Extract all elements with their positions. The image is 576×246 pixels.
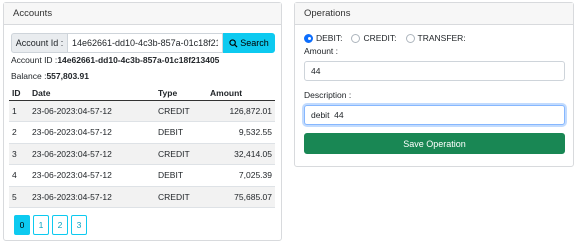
cell-id: 5 xyxy=(9,186,29,208)
operations-card-title: Operations xyxy=(295,3,573,25)
cell-amount: 32,414.05 xyxy=(207,143,275,165)
cell-id: 3 xyxy=(9,143,29,165)
radio-debit[interactable] xyxy=(304,33,313,43)
accounts-card-title: Accounts xyxy=(4,3,281,25)
radio-transfer[interactable] xyxy=(405,33,415,43)
operation-type-group: DEBIT: CREDIT: TRANSFER: xyxy=(304,33,472,43)
save-operation-button[interactable]: Save Operation xyxy=(304,133,565,154)
page-button-2[interactable]: 2 xyxy=(52,215,68,235)
account-id-line: Account ID :14e62661-dd10-4c3b-857a-01c1… xyxy=(11,55,219,65)
search-button-label: Search xyxy=(240,38,269,48)
search-icon xyxy=(229,38,238,48)
table-row: 5 23-06-2023:04-57-12 CREDIT 75,685.07 xyxy=(9,186,275,208)
page-button-1[interactable]: 1 xyxy=(33,215,49,235)
cell-type: CREDIT xyxy=(155,100,207,122)
cell-id: 4 xyxy=(9,164,29,187)
radio-credit-label: CREDIT: xyxy=(363,33,397,43)
account-search-group: Account Id : Search xyxy=(11,33,275,53)
table-row: 4 23-06-2023:04-57-12 DEBIT 7,025.39 xyxy=(9,164,275,187)
amount-input[interactable] xyxy=(304,61,565,81)
radio-credit[interactable] xyxy=(351,33,361,43)
cell-type: DEBIT xyxy=(155,121,207,144)
cell-type: CREDIT xyxy=(155,186,207,208)
balance-line: Balance :557,803.91 xyxy=(11,71,89,81)
cell-type: DEBIT xyxy=(155,164,207,187)
cell-date: 23-06-2023:04-57-12 xyxy=(29,100,155,122)
cell-date: 23-06-2023:04-57-12 xyxy=(29,121,155,144)
accounts-card: Accounts Account Id : Search Account ID … xyxy=(3,2,282,241)
table-row: 1 23-06-2023:04-57-12 CREDIT 126,872.01 xyxy=(9,100,275,122)
balance-value: 557,803.91 xyxy=(46,71,89,81)
column-header-date: Date xyxy=(29,86,155,101)
cell-date: 23-06-2023:04-57-12 xyxy=(29,164,155,187)
cell-amount: 126,872.01 xyxy=(207,100,275,122)
page-button-0[interactable]: 0 xyxy=(14,215,30,235)
description-label: Description : xyxy=(304,90,352,100)
column-header-amount: Amount xyxy=(207,86,275,101)
cell-type: CREDIT xyxy=(155,143,207,165)
cell-id: 1 xyxy=(9,100,29,122)
cell-amount: 9,532.55 xyxy=(207,121,275,144)
balance-label: Balance : xyxy=(11,71,47,81)
radio-debit-label: DEBIT: xyxy=(316,33,343,43)
cell-date: 23-06-2023:04-57-12 xyxy=(29,186,155,208)
column-header-type: Type xyxy=(155,86,207,101)
account-id-input[interactable] xyxy=(67,33,223,53)
operations-card: Operations DEBIT: CREDIT: TRANSFER: Amou… xyxy=(294,2,574,167)
column-header-id: ID xyxy=(9,86,29,101)
cell-amount: 7,025.39 xyxy=(207,164,275,187)
table-row: 2 23-06-2023:04-57-12 DEBIT 9,532.55 xyxy=(9,121,275,144)
account-id-value: 14e62661-dd10-4c3b-857a-01c18f213405 xyxy=(57,55,220,65)
account-id-label: Account ID : xyxy=(11,55,58,65)
search-button[interactable]: Search xyxy=(223,33,275,53)
table-header-row: ID Date Type Amount xyxy=(9,86,275,101)
radio-transfer-label: TRANSFER: xyxy=(417,33,466,43)
description-input[interactable] xyxy=(304,105,565,125)
account-id-input-label: Account Id : xyxy=(11,33,67,53)
page-button-3[interactable]: 3 xyxy=(71,215,87,235)
cell-date: 23-06-2023:04-57-12 xyxy=(29,143,155,165)
operations-table: ID Date Type Amount 1 23-06-2023:04-57-1… xyxy=(9,86,275,208)
table-row: 3 23-06-2023:04-57-12 CREDIT 32,414.05 xyxy=(9,143,275,165)
cell-amount: 75,685.07 xyxy=(207,186,275,208)
amount-label: Amount : xyxy=(304,46,339,56)
cell-id: 2 xyxy=(9,121,29,144)
pagination: 0 1 2 3 xyxy=(14,215,87,235)
